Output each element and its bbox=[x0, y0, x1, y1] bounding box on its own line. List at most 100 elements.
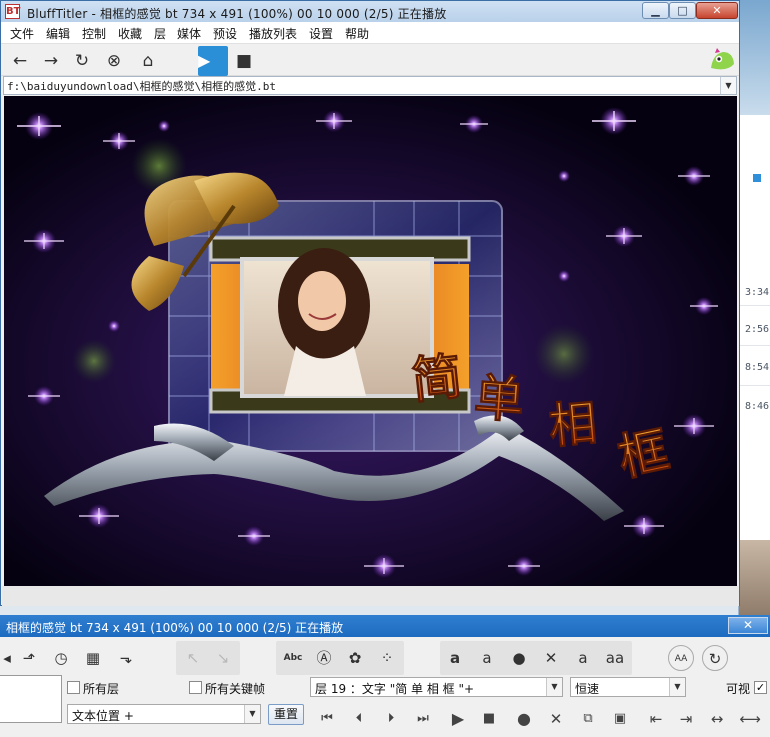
app-icon[interactable]: BT bbox=[5, 4, 20, 19]
layer-list[interactable] bbox=[0, 675, 62, 723]
sync-icon[interactable]: ↻ bbox=[702, 645, 728, 671]
property-select[interactable]: 文本位置 + ▼ bbox=[67, 704, 261, 724]
download-icon[interactable]: ⬎ bbox=[113, 645, 139, 671]
portrait-photo bbox=[278, 248, 370, 396]
background-window-icon bbox=[751, 172, 763, 184]
menu-bar: 文件 编辑 控制 收藏 层 媒体 预设 播放列表 设置 帮助 bbox=[1, 22, 739, 44]
path-value: f:\baiduyundownload\相框的感觉\相框的感觉.bt bbox=[7, 80, 276, 93]
menu-media[interactable]: 媒体 bbox=[177, 25, 201, 42]
chevron-down-icon[interactable]: ▼ bbox=[720, 77, 736, 94]
list-item-time: 2:56 bbox=[745, 324, 770, 335]
reset-button[interactable]: 重置 bbox=[268, 704, 304, 725]
particles-icon[interactable]: ⁘ bbox=[374, 645, 400, 671]
layer-select-value: 层 19 ：文字 "简 单 相 框 "+ bbox=[315, 682, 475, 696]
menu-file[interactable]: 文件 bbox=[10, 25, 34, 42]
refresh-icon[interactable]: ↻ bbox=[69, 48, 95, 74]
visible-checkbox[interactable]: ✓ bbox=[754, 681, 767, 694]
record-button[interactable]: ● bbox=[511, 707, 537, 731]
copy-icon[interactable]: ⧉ bbox=[575, 707, 601, 731]
divider bbox=[739, 385, 770, 386]
divider bbox=[739, 345, 770, 346]
list-item-time: 3:34 bbox=[745, 287, 770, 298]
toolbar: ← → ↻ ⊗ ⌂ ▶ ■ bbox=[1, 44, 739, 76]
shape-icon[interactable]: ✿ bbox=[342, 645, 368, 671]
delete-keyframe-button[interactable]: ✕ bbox=[543, 707, 569, 731]
panel-play-button[interactable]: ▶ bbox=[445, 707, 471, 731]
upload-icon[interactable]: ⬏ bbox=[16, 645, 42, 671]
arrow-up-icon[interactable]: ↖ bbox=[180, 645, 206, 671]
last-keyframe-button[interactable]: ⏭ bbox=[410, 707, 436, 731]
visible-label: 可视 bbox=[726, 682, 751, 696]
center-button[interactable]: ⟷ bbox=[737, 707, 763, 731]
preview-viewport[interactable]: 简 单 相 框 bbox=[4, 96, 737, 586]
home-icon[interactable]: ⌂ bbox=[135, 48, 161, 74]
char-delete-icon[interactable]: a bbox=[570, 645, 596, 671]
char-a2-icon[interactable]: a bbox=[474, 645, 500, 671]
menu-help[interactable]: 帮助 bbox=[345, 25, 369, 42]
forward-icon[interactable]: → bbox=[38, 48, 64, 74]
main-window: BT BluffTitler - 相框的感觉 bt 734 x 491 (100… bbox=[0, 0, 740, 606]
speed-select[interactable]: 恒速 ▼ bbox=[570, 677, 686, 697]
save-icon[interactable]: ▣ bbox=[607, 707, 633, 731]
next-keyframe-button[interactable]: ⏵ bbox=[378, 707, 404, 731]
overlay-char: 简 bbox=[409, 346, 465, 410]
overlay-char: 单 bbox=[472, 367, 526, 429]
window-title: BluffTitler - 相框的感觉 bt 734 x 491 (100%) … bbox=[27, 7, 447, 21]
menu-layer[interactable]: 层 bbox=[154, 25, 166, 42]
background-window: 3:34 2:56 8:54 8:46 bbox=[738, 0, 770, 615]
preview-canvas: 简 单 相 框 bbox=[4, 96, 737, 586]
status-area bbox=[2, 586, 739, 606]
panel-title-bar[interactable]: 相框的感觉 bt 734 x 491 (100%) 00 10 000 (2/5… bbox=[0, 615, 770, 637]
maximize-button[interactable]: □ bbox=[669, 2, 696, 19]
chevron-down-icon[interactable]: ▼ bbox=[669, 678, 685, 696]
align-right-button[interactable]: ⇥ bbox=[673, 707, 699, 731]
aa-icon[interactable]: AA bbox=[668, 645, 694, 671]
layer-select[interactable]: 层 19 ：文字 "简 单 相 框 "+ ▼ bbox=[310, 677, 563, 697]
close-button[interactable]: ✕ bbox=[696, 2, 738, 19]
clock-icon[interactable]: ◷ bbox=[48, 645, 74, 671]
bird-logo-icon bbox=[711, 48, 734, 70]
desktop-wallpaper bbox=[739, 540, 770, 615]
menu-edit[interactable]: 编辑 bbox=[46, 25, 70, 42]
first-keyframe-button[interactable]: ⏮ bbox=[314, 707, 340, 731]
overlay-char: 相 bbox=[547, 395, 600, 455]
menu-control[interactable]: 控制 bbox=[82, 25, 106, 42]
play-button[interactable]: ▶ bbox=[198, 46, 228, 76]
chevron-down-icon[interactable]: ▼ bbox=[546, 678, 562, 696]
list-item-time: 8:46 bbox=[745, 401, 770, 412]
stretch-button[interactable]: ↔ bbox=[704, 707, 730, 731]
menu-favorites[interactable]: 收藏 bbox=[118, 25, 142, 42]
pixel-icon[interactable]: ▦ bbox=[80, 645, 106, 671]
chevron-down-icon[interactable]: ▼ bbox=[244, 705, 260, 723]
stop-button[interactable]: ■ bbox=[231, 48, 257, 74]
cancel-icon[interactable]: ⊗ bbox=[101, 48, 127, 74]
minimize-button[interactable]: ▁ bbox=[642, 2, 669, 19]
align-left-button[interactable]: ⇤ bbox=[643, 707, 669, 731]
speed-select-value: 恒速 bbox=[575, 682, 600, 696]
path-combobox[interactable]: f:\baiduyundownload\相框的感觉\相框的感觉.bt ▼ bbox=[3, 76, 737, 95]
back-icon[interactable]: ← bbox=[7, 48, 33, 74]
panel-close-button[interactable]: ✕ bbox=[728, 617, 768, 634]
all-layers-checkbox[interactable] bbox=[67, 681, 80, 694]
text-icon[interactable]: Ⓐ bbox=[311, 645, 337, 671]
property-select-value: 文本位置 + bbox=[72, 709, 134, 723]
char-blob-icon[interactable]: ● bbox=[506, 645, 532, 671]
menu-settings[interactable]: 设置 bbox=[309, 25, 333, 42]
list-item-time: 8:54 bbox=[745, 362, 770, 373]
all-keyframes-checkbox[interactable] bbox=[189, 681, 202, 694]
title-bar[interactable]: BT BluffTitler - 相框的感觉 bt 734 x 491 (100… bbox=[1, 1, 739, 22]
desktop-wallpaper bbox=[739, 0, 770, 115]
arrow-down-icon[interactable]: ↘ bbox=[210, 645, 236, 671]
abc-icon[interactable]: Abc bbox=[280, 645, 306, 671]
panel-stop-button[interactable]: ■ bbox=[476, 707, 502, 731]
char-a-icon[interactable]: a bbox=[442, 645, 468, 671]
char-x-icon[interactable]: ✕ bbox=[538, 645, 564, 671]
divider bbox=[739, 305, 770, 306]
char-aa-icon[interactable]: aa bbox=[602, 645, 628, 671]
all-keyframes-label: 所有关键帧 bbox=[205, 682, 266, 696]
panel-title: 相框的感觉 bt 734 x 491 (100%) 00 10 000 (2/5… bbox=[6, 621, 344, 635]
prev-keyframe-button[interactable]: ⏴ bbox=[346, 707, 372, 731]
all-layers-label: 所有层 bbox=[83, 682, 120, 696]
menu-presets[interactable]: 预设 bbox=[213, 25, 237, 42]
menu-playlist[interactable]: 播放列表 bbox=[249, 25, 297, 42]
